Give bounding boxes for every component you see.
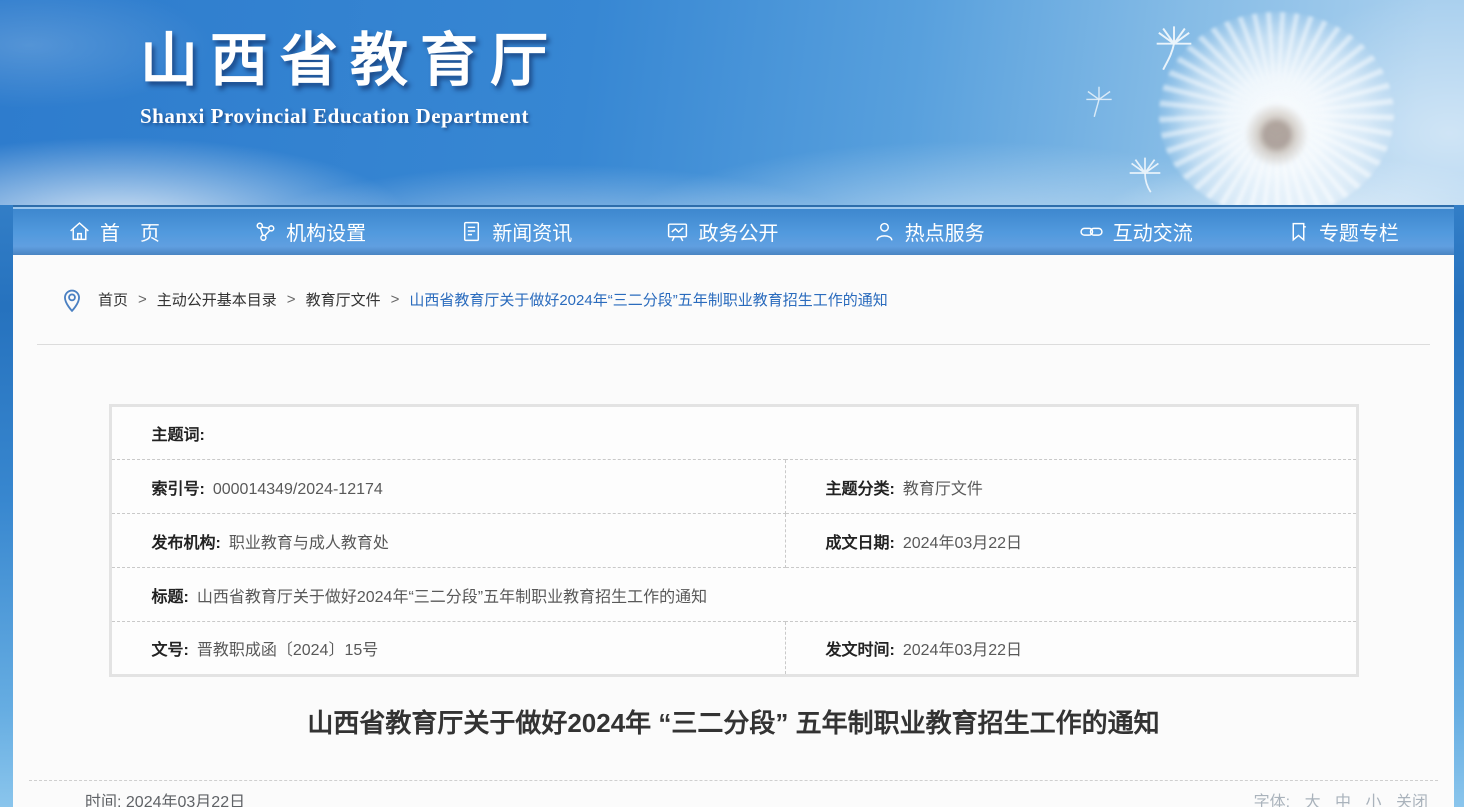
- breadcrumb-separator: >: [138, 291, 147, 308]
- font-controls: 字体: 大 中 小 关闭: [1254, 788, 1428, 807]
- font-size-medium-button[interactable]: 中: [1335, 794, 1351, 807]
- doc-index-cell: 索引号: 000014349/2024-12174: [110, 460, 785, 514]
- table-row: 文号: 晋教职成函〔2024〕15号 发文时间: 2024年03月22日: [110, 622, 1357, 676]
- nav-item-label: 首 页: [100, 217, 160, 246]
- doc-category-label: 主题分类:: [826, 481, 895, 498]
- link-icon: [1079, 220, 1104, 243]
- home-icon: [68, 220, 91, 243]
- nav-item-news[interactable]: 新闻资讯: [460, 217, 572, 246]
- nav-item-label: 互动交流: [1113, 217, 1193, 246]
- org-structure-icon: [254, 220, 277, 243]
- doc-number-cell: 文号: 晋教职成函〔2024〕15号: [110, 622, 785, 676]
- font-size-label: 字体:: [1254, 794, 1290, 807]
- dandelion-seed-icon: [1148, 22, 1200, 74]
- doc-title-cell: 标题: 山西省教育厅关于做好2024年“三二分段”五年制职业教育招生工作的通知: [110, 568, 1357, 622]
- breadcrumb-separator: >: [287, 291, 296, 308]
- font-size-large-button[interactable]: 大: [1305, 794, 1321, 807]
- content-container: 首 页 机构设置 新闻资讯: [13, 205, 1454, 807]
- news-icon: [460, 220, 483, 243]
- breadcrumb: 首页 > 主动公开基本目录 > 教育厅文件 > 山西省教育厅关于做好2024年“…: [13, 255, 1454, 344]
- location-pin-icon: [60, 287, 84, 313]
- breadcrumb-separator: >: [391, 291, 400, 308]
- time-label: 时间:: [85, 794, 121, 807]
- article-meta-bar: 时间: 2024年03月22日 字体: 大 中 小 关闭: [29, 780, 1438, 807]
- doc-agency-label: 发布机构:: [152, 535, 221, 552]
- nav-item-interact[interactable]: 互动交流: [1079, 217, 1193, 246]
- page-title: 山西省教育厅关于做好2024年 “三二分段” 五年制职业教育招生工作的通知: [13, 703, 1454, 740]
- site-subtitle: Shanxi Provincial Education Department: [140, 104, 560, 129]
- close-button[interactable]: 关闭: [1396, 794, 1428, 807]
- table-row: 标题: 山西省教育厅关于做好2024年“三二分段”五年制职业教育招生工作的通知: [110, 568, 1357, 622]
- doc-subject-label: 主题词:: [152, 427, 205, 444]
- nav-item-label: 政务公开: [698, 217, 778, 246]
- dandelion-seed-icon: [1122, 150, 1168, 196]
- nav-item-label: 新闻资讯: [492, 217, 572, 246]
- doc-agency-value: 职业教育与成人教育处: [229, 535, 389, 552]
- breadcrumb-dept-files[interactable]: 教育厅文件: [306, 289, 381, 310]
- nav-item-gov[interactable]: 政务公开: [666, 217, 778, 246]
- doc-number-label: 文号:: [152, 642, 189, 659]
- nav-item-topics[interactable]: 专题专栏: [1287, 217, 1399, 246]
- gov-board-icon: [666, 220, 689, 243]
- site-logo: 山西省教育厅 Shanxi Provincial Education Depar…: [140, 26, 560, 129]
- doc-title-value: 山西省教育厅关于做好2024年“三二分段”五年制职业教育招生工作的通知: [197, 589, 707, 606]
- doc-issue-date-label: 发文时间:: [826, 642, 895, 659]
- font-size-small-button[interactable]: 小: [1366, 794, 1382, 807]
- person-icon: [873, 220, 896, 243]
- doc-date-label: 成文日期:: [826, 535, 895, 552]
- table-row: 索引号: 000014349/2024-12174 主题分类: 教育厅文件: [110, 460, 1357, 514]
- breadcrumb-home[interactable]: 首页: [98, 289, 128, 310]
- nav-item-label: 热点服务: [905, 217, 985, 246]
- doc-issue-date-value: 2024年03月22日: [903, 642, 1022, 659]
- doc-info-table: 主题词: 索引号: 000014349/2024-12174 主题分类: 教育厅文件…: [109, 404, 1359, 677]
- table-row: 发布机构: 职业教育与成人教育处 成文日期: 2024年03月22日: [110, 514, 1357, 568]
- doc-title-label: 标题:: [152, 589, 189, 606]
- doc-number-value: 晋教职成函〔2024〕15号: [197, 642, 378, 659]
- nav-item-label: 专题专栏: [1319, 217, 1399, 246]
- section-divider: [37, 344, 1430, 345]
- dandelion-seed-icon: [1080, 82, 1118, 120]
- table-row: 主题词:: [110, 406, 1357, 460]
- doc-issue-date-cell: 发文时间: 2024年03月22日: [785, 622, 1357, 676]
- breadcrumb-current-page: 山西省教育厅关于做好2024年“三二分段”五年制职业教育招生工作的通知: [409, 289, 887, 310]
- site-title: 山西省教育厅: [140, 26, 560, 96]
- doc-category-cell: 主题分类: 教育厅文件: [785, 460, 1357, 514]
- doc-date-value: 2024年03月22日: [903, 535, 1022, 552]
- doc-subject-cell: 主题词:: [110, 406, 1357, 460]
- doc-index-label: 索引号:: [152, 481, 205, 498]
- nav-item-label: 机构设置: [286, 217, 366, 246]
- nav-item-org[interactable]: 机构设置: [254, 217, 366, 246]
- nav-item-home[interactable]: 首 页: [68, 217, 160, 246]
- main-nav: 首 页 机构设置 新闻资讯: [13, 205, 1454, 255]
- breadcrumb-catalog[interactable]: 主动公开基本目录: [157, 289, 277, 310]
- nav-item-service[interactable]: 热点服务: [873, 217, 985, 246]
- doc-category-value: 教育厅文件: [903, 481, 983, 498]
- site-banner: 山西省教育厅 Shanxi Provincial Education Depar…: [0, 0, 1464, 205]
- doc-index-value: 000014349/2024-12174: [213, 481, 383, 498]
- bookmark-icon: [1287, 220, 1310, 243]
- publish-time: 时间: 2024年03月22日: [85, 788, 245, 807]
- time-value: 2024年03月22日: [126, 794, 245, 807]
- doc-date-cell: 成文日期: 2024年03月22日: [785, 514, 1357, 568]
- doc-agency-cell: 发布机构: 职业教育与成人教育处: [110, 514, 785, 568]
